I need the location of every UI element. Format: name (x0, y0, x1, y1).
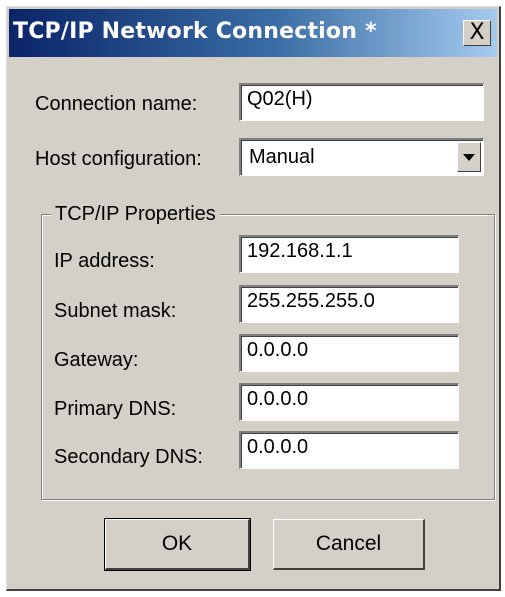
chevron-down-icon (463, 153, 475, 161)
ok-button[interactable]: OK (104, 518, 251, 571)
ip-address-field[interactable]: 192.168.1.1 (239, 235, 459, 273)
secondary-dns-label: Secondary DNS: (54, 446, 203, 468)
cancel-button[interactable]: Cancel (273, 519, 425, 570)
primary-dns-label: Primary DNS: (54, 398, 177, 420)
dropdown-button[interactable] (457, 142, 481, 172)
tcpip-properties-title: TCP/IP Properties (51, 203, 220, 226)
connection-name-field[interactable]: Q02(H) (239, 83, 484, 121)
ip-address-label: IP address: (54, 250, 155, 272)
gateway-field[interactable]: 0.0.0.0 (239, 334, 459, 372)
close-icon: X (469, 20, 485, 45)
gateway-label: Gateway: (54, 349, 139, 371)
subnet-mask-label: Subnet mask: (54, 300, 177, 322)
window-title: TCP/IP Network Connection * (13, 19, 377, 44)
close-button[interactable]: X (463, 20, 491, 46)
connection-name-label: Connection name: (35, 93, 198, 115)
host-configuration-label: Host configuration: (35, 148, 202, 170)
host-configuration-value: Manual (249, 146, 315, 168)
tcpip-connection-dialog: TCP/IP Network Connection * X Connection… (6, 6, 501, 591)
host-configuration-select[interactable]: Manual (239, 138, 484, 176)
title-bar[interactable]: TCP/IP Network Connection * X (9, 9, 497, 57)
secondary-dns-field[interactable]: 0.0.0.0 (239, 431, 459, 469)
subnet-mask-field[interactable]: 255.255.255.0 (239, 285, 459, 323)
primary-dns-field[interactable]: 0.0.0.0 (239, 383, 459, 421)
